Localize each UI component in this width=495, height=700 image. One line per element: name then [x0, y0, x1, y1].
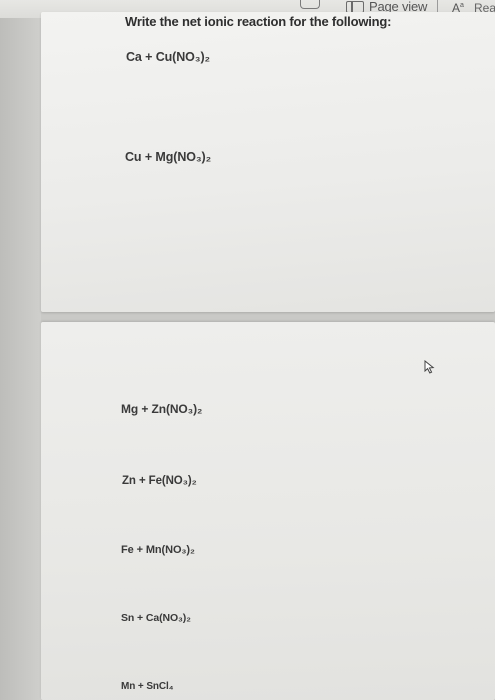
worksheet-heading: Write the net ionic reaction for the fol…: [125, 14, 392, 29]
worksheet-page-1: [41, 12, 495, 312]
reaction-item: Cu + Mg(NO₃)₂: [125, 150, 212, 164]
reaction-item: Zn + Fe(NO₃)₂: [122, 475, 197, 487]
reaction-item: Mg + Zn(NO₃)₂: [121, 402, 203, 416]
reaction-item: Ca + Cu(NO₃)₂: [126, 50, 210, 64]
worksheet-page-2: [41, 322, 495, 700]
mouse-pointer-icon: [424, 360, 435, 374]
reaction-item: Sn + Ca(NO₃)₂: [121, 612, 191, 624]
reaction-item: Mn + SnCl₄: [121, 681, 174, 692]
toolbar-button-edge[interactable]: [300, 0, 320, 9]
reaction-item: Fe + Mn(NO₃)₂: [121, 544, 195, 556]
left-margin: [0, 12, 41, 700]
